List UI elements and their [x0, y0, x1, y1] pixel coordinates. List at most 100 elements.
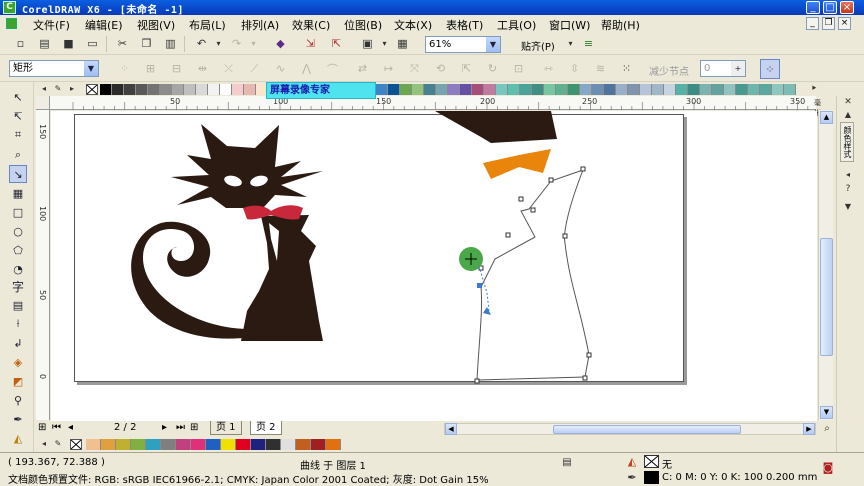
rectangle-tool-icon[interactable]: □ [9, 203, 27, 221]
color-swatch[interactable] [448, 84, 460, 95]
doc-close-button[interactable]: × [838, 17, 851, 30]
previous-page-icon[interactable]: ◂ [68, 422, 73, 433]
menu-effects[interactable]: 效果(C) [292, 17, 330, 33]
dimension-tool-icon[interactable]: ⟊ [9, 315, 27, 333]
color-swatch[interactable] [748, 84, 760, 95]
ellipse-tool-icon[interactable]: ○ [9, 222, 27, 240]
doc-color-swatch[interactable] [131, 439, 146, 450]
horizontal-scroll-thumb[interactable] [553, 425, 741, 434]
docker-info-icon[interactable]: ? [841, 182, 855, 196]
palette-more-icon[interactable]: ⯈ [808, 82, 820, 95]
menu-bitmaps[interactable]: 位图(B) [344, 17, 382, 33]
curve-nodes[interactable] [474, 166, 592, 384]
rotate-nodes-icon[interactable]: ↻ [484, 60, 501, 77]
palette-expand-icon[interactable]: ▸ [66, 82, 78, 95]
reverse-direction-icon[interactable]: ⇄ [354, 60, 371, 77]
break-curve-icon[interactable]: ⤫ [220, 60, 237, 77]
color-swatch[interactable] [172, 84, 184, 95]
doc-palette-eyedropper-icon[interactable]: ✎ [52, 437, 64, 450]
menu-tools[interactable]: 工具(O) [497, 17, 536, 33]
vertical-scrollbar[interactable]: ▲ ▼ [818, 110, 833, 420]
color-swatch[interactable] [112, 84, 124, 95]
color-swatch[interactable] [160, 84, 172, 95]
redo-dropdown-icon[interactable]: ▾ [245, 35, 262, 52]
doc-restore-button[interactable]: ❐ [822, 17, 835, 30]
maximize-button[interactable]: □ [823, 1, 837, 14]
chevron-down-icon[interactable]: ▼ [84, 61, 98, 76]
snap-dropdown-icon[interactable]: ▾ [562, 35, 579, 52]
go-first-icon[interactable]: ⏮ [52, 422, 61, 433]
docker-scroll-down-icon[interactable]: ▼ [841, 200, 855, 212]
to-line-icon[interactable]: ⟋ [246, 60, 263, 77]
color-profile-info[interactable]: 文档颜色预置文件: RGB: sRGB IEC61966-2.1; CMYK: … [8, 471, 489, 486]
undo-dropdown-icon[interactable]: ▾ [210, 35, 227, 52]
menu-table[interactable]: 表格(T) [446, 17, 483, 33]
vertical-scroll-thumb[interactable] [820, 238, 833, 356]
no-color-swatch[interactable] [86, 84, 98, 95]
print-icon[interactable]: ▭ [84, 35, 101, 52]
doc-color-swatch[interactable] [116, 439, 131, 450]
doc-color-swatch[interactable] [191, 439, 206, 450]
smart-fill-tool-icon[interactable]: ▦ [9, 184, 27, 202]
menu-help[interactable]: 帮助(H) [601, 17, 640, 33]
connector-tool-icon[interactable]: ↲ [9, 334, 27, 352]
options-icon[interactable]: ≡ [580, 35, 597, 52]
color-swatch[interactable] [388, 84, 400, 95]
freehand-tool-icon[interactable]: ↘ [9, 165, 27, 183]
color-swatch[interactable] [652, 84, 664, 95]
cat-illustration[interactable] [131, 124, 323, 341]
export-icon[interactable]: ⇱ [328, 35, 345, 52]
color-swatch[interactable] [628, 84, 640, 95]
menu-file[interactable]: 文件(F) [33, 17, 70, 33]
color-swatch[interactable] [496, 84, 508, 95]
table-tool-icon[interactable]: ▤ [9, 296, 27, 314]
menu-text[interactable]: 文本(X) [394, 17, 432, 33]
ruler-origin[interactable] [36, 96, 50, 110]
color-swatch[interactable] [712, 84, 724, 95]
menu-window[interactable]: 窗口(W) [549, 17, 590, 33]
curve-being-drawn[interactable] [476, 169, 590, 381]
color-swatch[interactable] [508, 84, 520, 95]
color-swatch[interactable] [472, 84, 484, 95]
reflect-horizontal-icon[interactable]: ⇿ [540, 60, 557, 77]
docker-tab-color-styles[interactable]: 颜色样式 [840, 122, 854, 162]
align-nodes-icon[interactable]: ⊡ [510, 60, 527, 77]
doc-color-swatch[interactable] [281, 439, 296, 450]
color-swatch[interactable] [640, 84, 652, 95]
launcher-dropdown-icon[interactable]: ▾ [376, 35, 393, 52]
blend-tool-icon[interactable]: ◈ [9, 353, 27, 371]
color-proof-icon[interactable]: ▤ [560, 455, 574, 469]
shape-tool-icon[interactable]: ↸ [9, 107, 27, 125]
copy-icon[interactable]: ❐ [138, 35, 155, 52]
reflect-vertical-icon[interactable]: ⇳ [566, 60, 583, 77]
delete-node-icon[interactable]: ⊟ [168, 60, 185, 77]
doc-no-color-swatch[interactable] [70, 439, 82, 450]
color-swatch[interactable] [760, 84, 772, 95]
fill-tool-icon[interactable]: ◭ [9, 429, 27, 447]
transparency-tool-icon[interactable]: ◩ [9, 372, 27, 390]
doc-palette-left-icon[interactable]: ◂ [38, 437, 50, 450]
eyedropper-tool-icon[interactable]: ⚲ [9, 391, 27, 409]
snap-to-label[interactable]: 贴齐(P) [521, 38, 555, 53]
extend-curve-icon[interactable]: ↦ [380, 60, 397, 77]
scroll-down-icon[interactable]: ▼ [820, 406, 833, 419]
doc-minimize-button[interactable]: _ [806, 17, 819, 30]
add-page-icon[interactable]: ⊞ [190, 422, 198, 433]
color-swatch[interactable] [784, 84, 796, 95]
eyedropper-icon[interactable]: ✎ [52, 82, 64, 95]
next-page-icon[interactable]: ▸ [162, 422, 167, 433]
to-curve-icon[interactable]: ∿ [272, 60, 289, 77]
doc-color-swatch[interactable] [146, 439, 161, 450]
outline-pen-tool-icon[interactable]: ✒ [9, 410, 27, 428]
menu-layout[interactable]: 布局(L) [189, 17, 226, 33]
color-swatch[interactable] [724, 84, 736, 95]
doc-color-swatch[interactable] [161, 439, 176, 450]
color-swatch[interactable] [184, 84, 196, 95]
outline-color-swatch[interactable] [644, 471, 659, 484]
docker-close-icon[interactable]: ✕ [841, 96, 855, 108]
undo-icon[interactable]: ↶ [193, 35, 210, 52]
doc-color-swatch[interactable] [326, 439, 341, 450]
color-swatch[interactable] [616, 84, 628, 95]
scroll-up-icon[interactable]: ▲ [820, 111, 833, 124]
curve-smoothness-input[interactable]: 0 + [700, 60, 746, 77]
